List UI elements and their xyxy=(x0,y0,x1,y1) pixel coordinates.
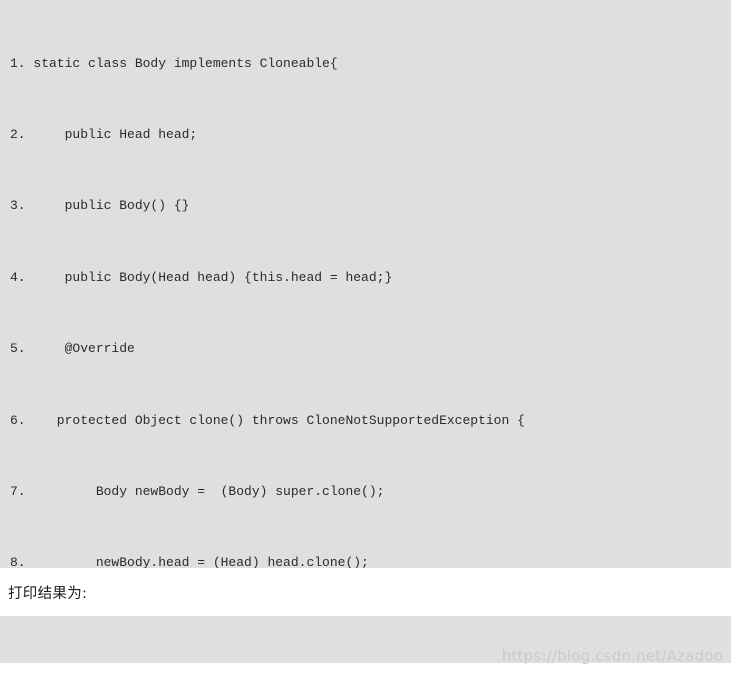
output-code-block: 1. body == body1 : false 2. body.head ==… xyxy=(0,616,731,663)
code-line: 4. public Body(Head head) {this.head = h… xyxy=(10,269,393,285)
prose-section: 打印结果为: xyxy=(0,568,731,616)
result-heading: 打印结果为: xyxy=(8,585,88,602)
code-line: 7. Body newBody = (Body) super.clone(); xyxy=(10,483,385,499)
code-line: 8. newBody.head = (Head) head.clone(); xyxy=(10,555,369,568)
code-line: 5. @Override xyxy=(10,341,135,357)
code-line: 3. public Body() {} xyxy=(10,198,190,214)
code-line: 6. protected Object clone() throws Clone… xyxy=(10,412,525,428)
code-line: 2. public Head head; xyxy=(10,126,198,142)
java-code-block: 1. static class Body implements Cloneabl… xyxy=(0,0,731,568)
code-line: 1. static class Body implements Cloneabl… xyxy=(10,55,338,71)
